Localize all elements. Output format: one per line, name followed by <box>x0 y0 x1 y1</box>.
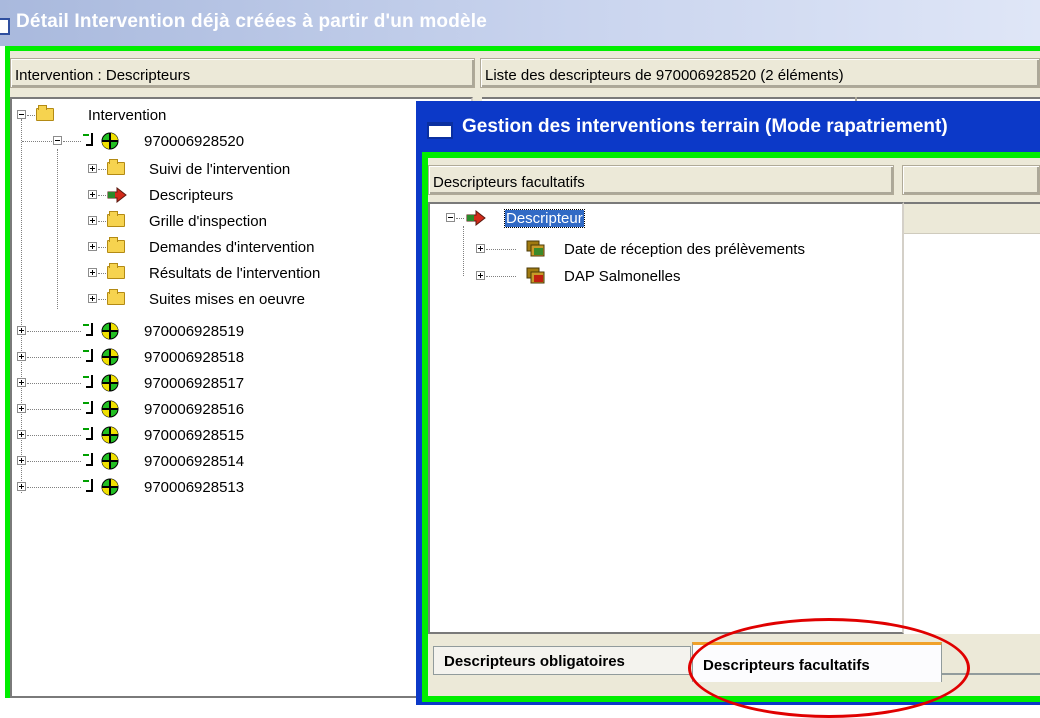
expand-icon[interactable] <box>17 430 26 439</box>
expand-icon[interactable] <box>88 216 97 225</box>
tree-node-sibling[interactable]: 970006928514 <box>12 451 312 473</box>
dialog-title: Gestion des interventions terrain (Mode … <box>462 116 948 137</box>
descriptor-tree[interactable]: Descripteur Date de réception des prélèv… <box>428 202 904 634</box>
highlight-annotation <box>688 618 970 718</box>
right-panel-header: Liste des descripteurs de 970006928520 (… <box>480 58 1040 88</box>
status-ball-icon <box>101 132 119 150</box>
tree-node-label: 970006928517 <box>144 375 245 392</box>
flag-icon <box>83 453 93 466</box>
tree-node-demandes[interactable]: Demandes d'intervention <box>12 237 372 259</box>
expand-icon[interactable] <box>17 482 26 491</box>
folder-icon <box>107 159 125 175</box>
folder-icon <box>36 105 54 121</box>
expand-icon[interactable] <box>17 326 26 335</box>
descriptor-item-icon <box>526 267 545 284</box>
dialog-right-header <box>902 165 1040 195</box>
status-ball-icon <box>101 478 119 496</box>
folder-icon <box>107 237 125 253</box>
tree-node-label: DAP Salmonelles <box>564 268 681 285</box>
collapse-icon[interactable] <box>53 136 62 145</box>
flag-icon <box>83 349 93 362</box>
expand-icon[interactable] <box>17 352 26 361</box>
flag-icon <box>83 479 93 492</box>
status-ball-icon <box>101 322 119 340</box>
folder-icon <box>107 211 125 227</box>
tree-node-descripteurs[interactable]: Descripteurs <box>12 185 352 207</box>
flag-icon <box>83 427 93 440</box>
tree-node-descripteur[interactable]: Descripteur <box>430 208 730 230</box>
folder-icon <box>107 289 125 305</box>
tree-node-label: 970006928514 <box>144 453 245 470</box>
collapse-icon[interactable] <box>446 213 455 222</box>
expand-icon[interactable] <box>88 294 97 303</box>
tree-node-sibling[interactable]: 970006928519 <box>12 321 312 343</box>
back-window-title: Détail Intervention déjà créées à partir… <box>16 11 488 32</box>
descriptor-item-icon <box>526 240 545 257</box>
expand-icon[interactable] <box>88 164 97 173</box>
tree-node-label: Grille d'inspection <box>149 213 267 230</box>
expand-icon[interactable] <box>17 456 26 465</box>
intervention-tree[interactable]: Intervention 970006928520 Suivi de l'int… <box>10 97 473 698</box>
window-icon <box>0 18 10 35</box>
expand-icon[interactable] <box>17 378 26 387</box>
tree-node-dap-salmonelles[interactable]: DAP Salmonelles <box>430 266 880 288</box>
tree-node-sibling[interactable]: 970006928518 <box>12 347 312 369</box>
expand-icon[interactable] <box>17 404 26 413</box>
flag-icon <box>83 133 93 146</box>
tree-node-label: Suites mises en oeuvre <box>149 291 305 308</box>
collapse-icon[interactable] <box>17 110 26 119</box>
expand-icon[interactable] <box>476 244 485 253</box>
folder-icon <box>107 263 125 279</box>
status-ball-icon <box>101 348 119 366</box>
tree-node-label: 970006928520 <box>144 133 245 150</box>
dialog-detail-area <box>904 202 1040 634</box>
flag-icon <box>83 375 93 388</box>
tree-node-label: 970006928519 <box>144 323 245 340</box>
flag-icon <box>83 401 93 414</box>
tree-node-sibling[interactable]: 970006928515 <box>12 425 312 447</box>
tree-node-label: 970006928518 <box>144 349 245 366</box>
tab-descripteurs-obligatoires[interactable]: Descripteurs obligatoires <box>433 646 691 674</box>
tree-node-sibling[interactable]: 970006928513 <box>12 477 312 499</box>
tree-node-label: Date de réception des prélèvements <box>564 241 805 258</box>
expand-icon[interactable] <box>88 268 97 277</box>
tree-node-intervention[interactable]: Intervention <box>12 105 312 127</box>
expand-icon[interactable] <box>88 242 97 251</box>
tree-node-expanded-item[interactable]: 970006928520 <box>12 131 312 153</box>
left-panel-header: Intervention : Descripteurs <box>10 58 475 88</box>
descriptor-arrow-icon <box>466 210 486 226</box>
tree-node-date-reception[interactable]: Date de réception des prélèvements <box>430 239 880 261</box>
tree-node-label: 970006928513 <box>144 479 245 496</box>
tree-node-suivi[interactable]: Suivi de l'intervention <box>12 159 352 181</box>
tree-node-label: Résultats de l'intervention <box>149 265 321 282</box>
tree-node-label-selected: Descripteur <box>504 209 585 228</box>
tree-node-grille[interactable]: Grille d'inspection <box>12 211 352 233</box>
tree-node-label: 970006928516 <box>144 401 245 418</box>
tree-node-sibling[interactable]: 970006928516 <box>12 399 312 421</box>
tree-node-label: Suivi de l'intervention <box>149 161 291 178</box>
tree-node-label: 970006928515 <box>144 427 245 444</box>
tree-node-suites[interactable]: Suites mises en oeuvre <box>12 289 372 311</box>
status-ball-icon <box>101 400 119 418</box>
tree-node-label: Intervention <box>88 107 167 124</box>
dialog-panel-header: Descripteurs facultatifs <box>428 165 894 195</box>
tree-node-resultats[interactable]: Résultats de l'intervention <box>12 263 372 285</box>
dialog-detail-strip <box>904 204 1040 234</box>
tree-node-label: Demandes d'intervention <box>149 239 315 256</box>
expand-icon[interactable] <box>476 271 485 280</box>
flag-icon <box>83 323 93 336</box>
status-ball-icon <box>101 426 119 444</box>
tree-node-sibling[interactable]: 970006928517 <box>12 373 312 395</box>
status-ball-icon <box>101 374 119 392</box>
status-ball-icon <box>101 452 119 470</box>
descriptor-arrow-icon <box>107 187 127 203</box>
expand-icon[interactable] <box>88 190 97 199</box>
dialog-window-icon <box>427 122 453 139</box>
tree-node-label: Descripteurs <box>149 187 234 204</box>
